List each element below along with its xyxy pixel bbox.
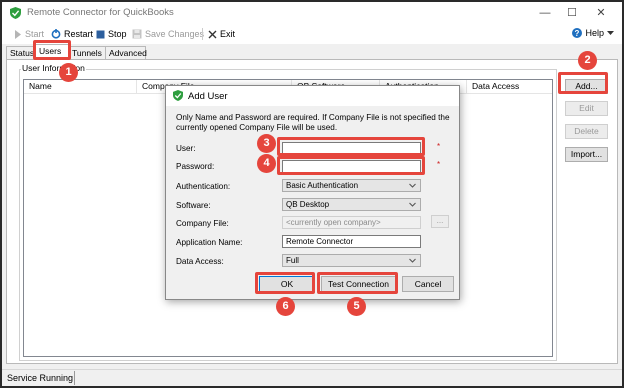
minimize-button[interactable]: — xyxy=(536,5,554,21)
caret-down-icon xyxy=(607,30,614,35)
exit-icon xyxy=(208,30,217,38)
dialog-title: Add User xyxy=(188,91,228,102)
step-badge-3: 3 xyxy=(257,134,276,153)
save-changes-button[interactable]: Save Changes xyxy=(132,28,204,40)
user-input[interactable] xyxy=(282,142,421,155)
edit-user-button[interactable]: Edit xyxy=(565,101,608,116)
import-button[interactable]: Import... xyxy=(565,147,608,162)
test-connection-button[interactable]: Test Connection xyxy=(321,276,396,292)
status-bar: Service Running xyxy=(2,369,622,386)
application-name-label: Application Name: xyxy=(176,238,243,247)
chevron-down-icon xyxy=(409,258,416,263)
software-select[interactable]: QB Desktop xyxy=(282,198,421,211)
step-badge-5: 5 xyxy=(347,297,366,316)
authentication-label: Authentication: xyxy=(176,182,231,191)
close-button[interactable]: ✕ xyxy=(592,5,610,21)
restart-label: Restart xyxy=(64,29,94,39)
authentication-select[interactable]: Basic Authentication xyxy=(282,179,421,192)
column-name[interactable]: Name xyxy=(24,80,137,94)
step-badge-6: 6 xyxy=(276,297,295,316)
start-label: Start xyxy=(25,29,45,39)
tab-users[interactable]: Users xyxy=(35,44,69,60)
chevron-down-icon xyxy=(409,183,416,188)
step-badge-2: 2 xyxy=(578,51,597,70)
exit-label: Exit xyxy=(220,29,236,39)
save-icon xyxy=(132,29,142,39)
service-status: Service Running xyxy=(7,373,74,383)
toolbar-divider xyxy=(202,28,203,40)
tab-advanced[interactable]: Advanced xyxy=(105,46,147,60)
password-input[interactable] xyxy=(282,160,421,173)
svg-text:?: ? xyxy=(575,29,580,38)
save-changes-label: Save Changes xyxy=(145,29,205,39)
tab-strip: Status Users Tunnels Advanced xyxy=(2,44,622,60)
toolbar: Start Restart Stop Save Changes Exit ? H… xyxy=(2,24,622,44)
start-button[interactable]: Start xyxy=(14,28,44,40)
exit-button[interactable]: Exit xyxy=(208,28,235,40)
app-logo-icon xyxy=(10,7,21,19)
title-bar: Remote Connector for QuickBooks — ☐ ✕ xyxy=(2,2,622,24)
stop-button[interactable]: Stop xyxy=(96,28,127,40)
help-menu[interactable]: ? Help xyxy=(572,28,614,38)
cancel-button[interactable]: Cancel xyxy=(402,276,454,292)
dialog-title-bar: Add User xyxy=(166,86,459,106)
application-name-input[interactable]: Remote Connector xyxy=(282,235,421,248)
tab-tunnels[interactable]: Tunnels xyxy=(68,46,106,60)
stop-label: Stop xyxy=(108,29,127,39)
maximize-button[interactable]: ☐ xyxy=(563,5,581,21)
password-required-marker: * xyxy=(437,160,441,169)
play-icon xyxy=(15,29,21,39)
stop-icon xyxy=(96,30,105,38)
add-user-button[interactable]: Add... xyxy=(565,79,608,94)
dialog-instructions: Only Name and Password are required. If … xyxy=(176,113,450,132)
browse-company-file-button[interactable]: ... xyxy=(431,215,449,228)
step-badge-1: 1 xyxy=(59,63,78,82)
status-divider xyxy=(74,371,75,385)
software-value: QB Desktop xyxy=(286,200,330,209)
add-user-dialog: Add User Only Name and Password are requ… xyxy=(165,85,460,300)
column-data-access[interactable]: Data Access xyxy=(467,80,552,94)
help-icon: ? xyxy=(572,28,583,38)
software-label: Software: xyxy=(176,201,211,210)
company-file-label: Company File: xyxy=(176,219,229,228)
restart-button[interactable]: Restart xyxy=(51,28,93,40)
ok-button[interactable]: OK xyxy=(259,276,315,292)
company-file-input[interactable]: <currently open company> xyxy=(282,216,421,229)
help-label: Help xyxy=(585,28,604,38)
delete-user-button[interactable]: Delete xyxy=(565,124,608,139)
tab-status[interactable]: Status xyxy=(6,46,36,60)
chevron-down-icon xyxy=(409,202,416,207)
data-access-label: Data Access: xyxy=(176,257,224,266)
restart-icon xyxy=(51,29,61,39)
data-access-value: Full xyxy=(286,256,299,265)
step-badge-4: 4 xyxy=(257,154,276,173)
user-required-marker: * xyxy=(437,142,441,151)
data-access-select[interactable]: Full xyxy=(282,254,421,267)
app-logo-icon xyxy=(173,90,183,101)
user-label: User: xyxy=(176,144,196,153)
password-label: Password: xyxy=(176,162,215,171)
window-title: Remote Connector for QuickBooks xyxy=(27,7,174,18)
authentication-value: Basic Authentication xyxy=(286,181,359,190)
